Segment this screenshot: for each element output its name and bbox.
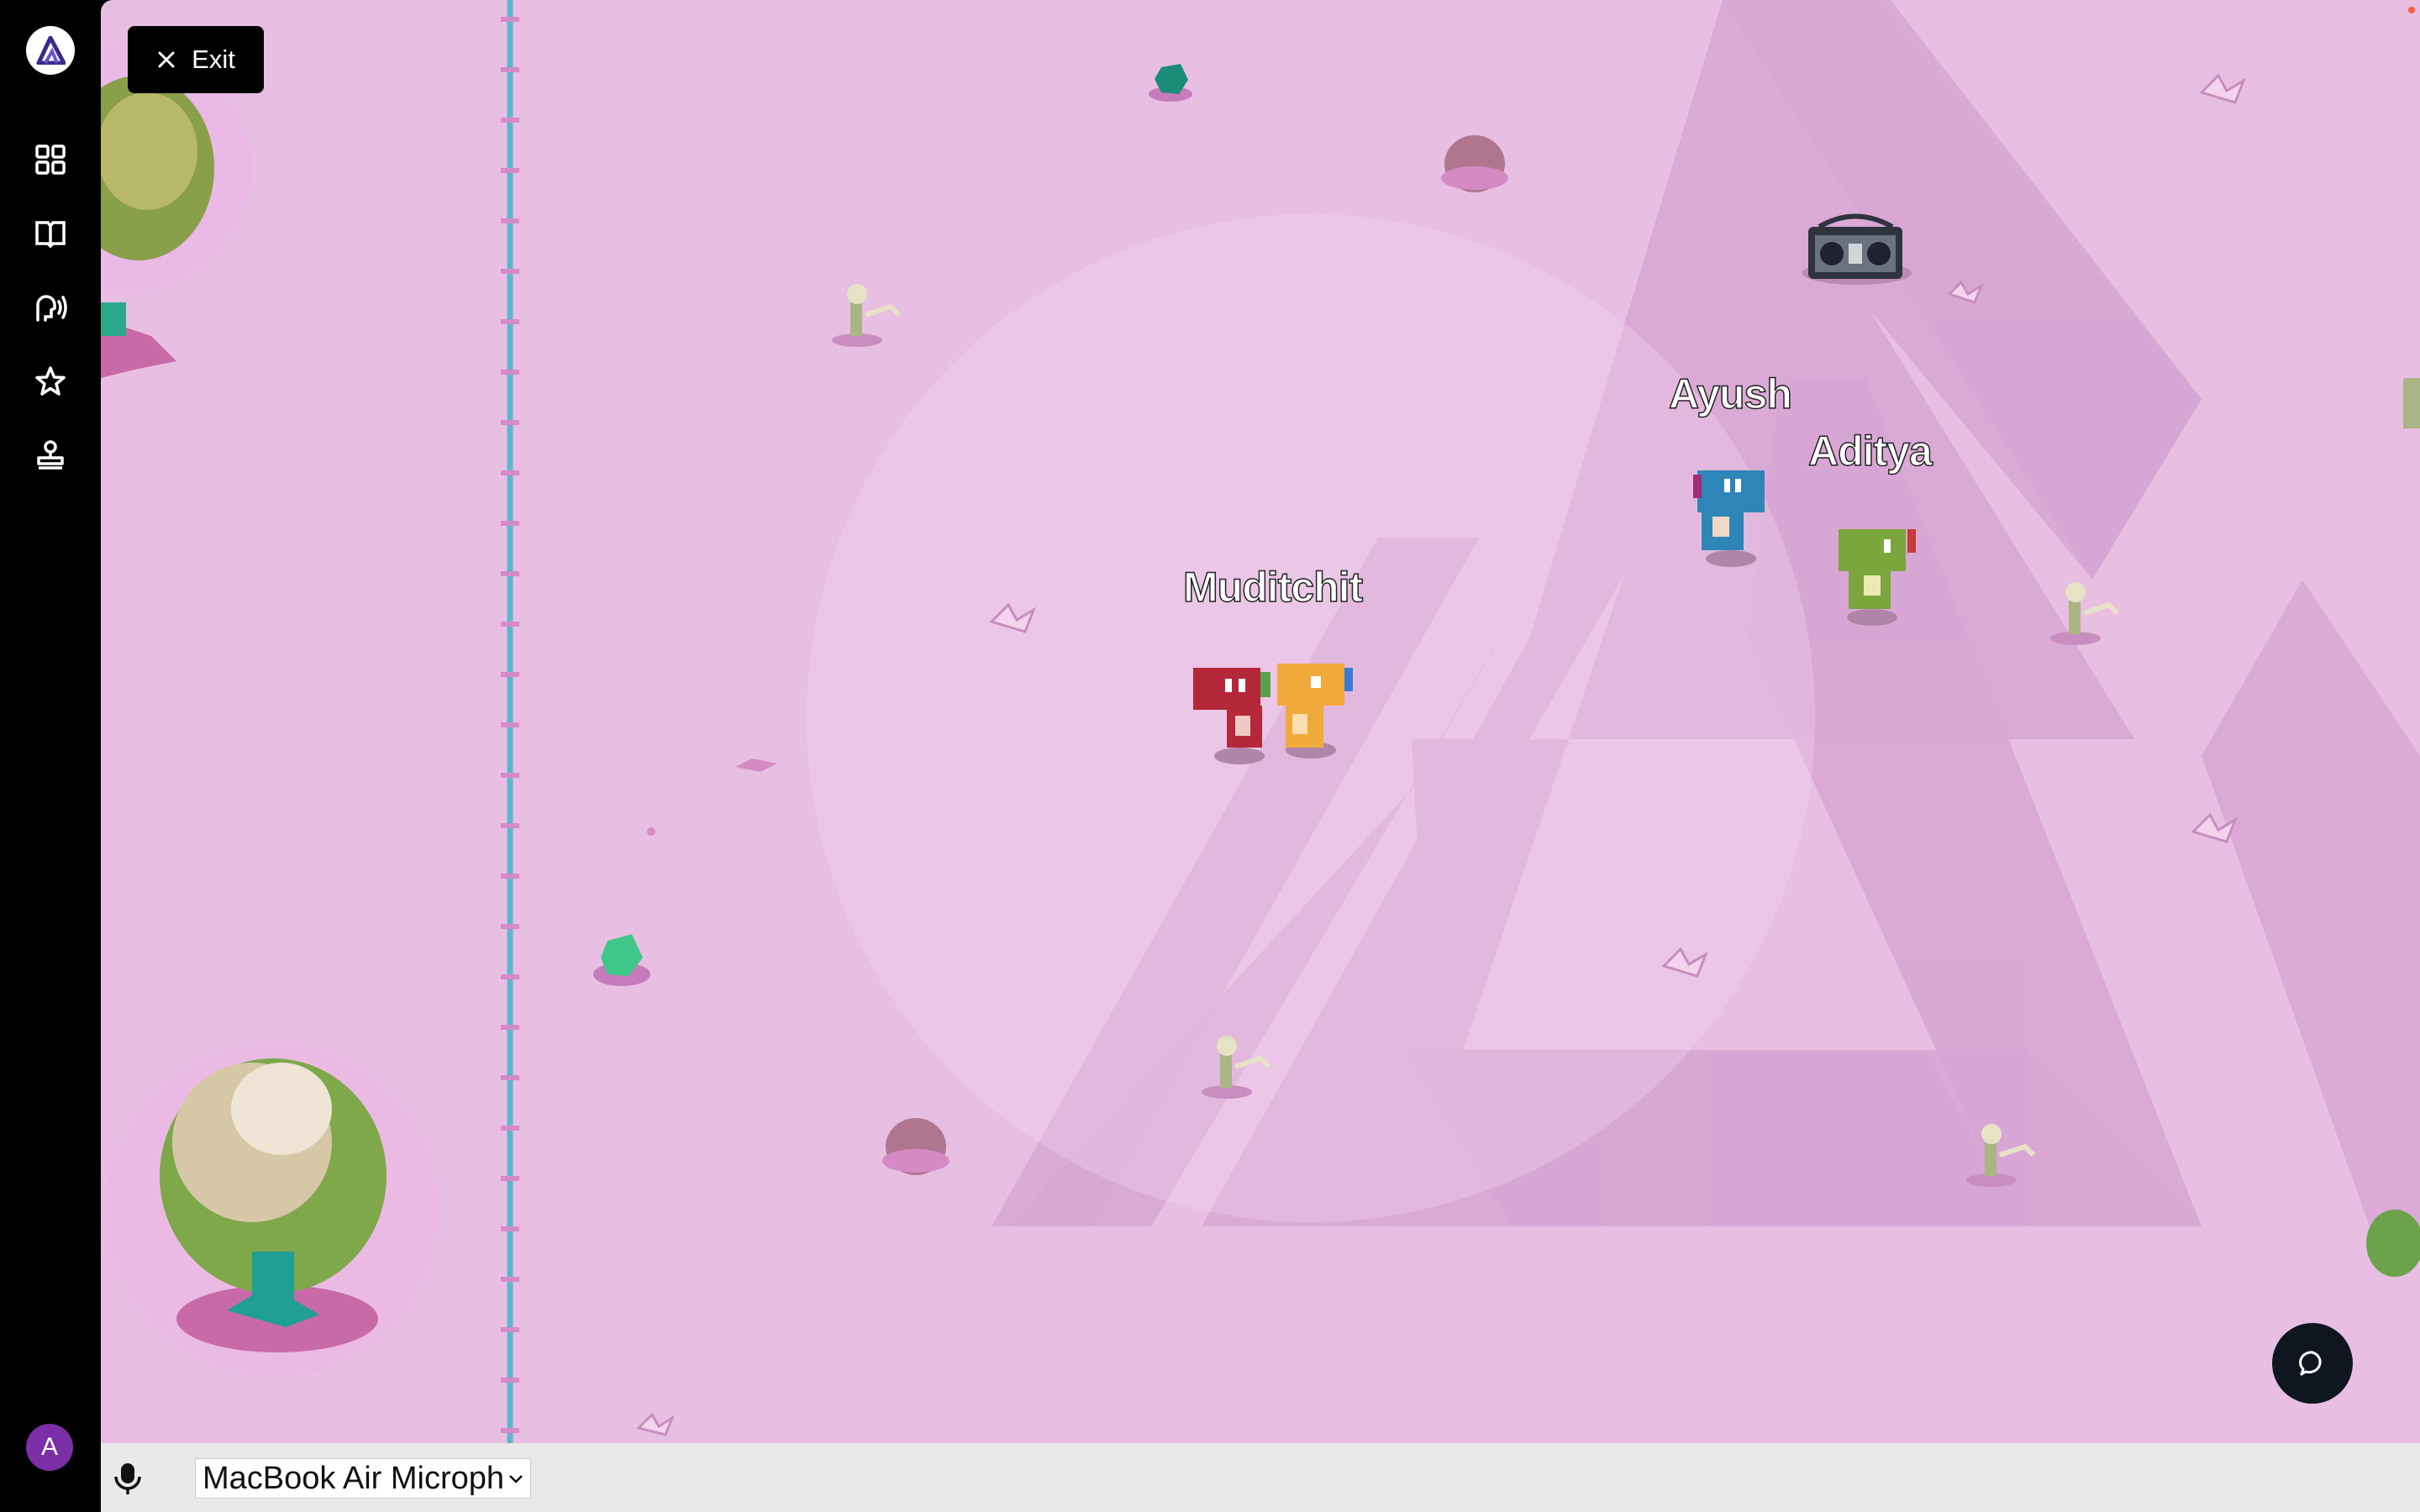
- sidebar-item-dashboard[interactable]: [20, 129, 81, 190]
- gem-top: [1149, 64, 1192, 102]
- stamp-icon: [37, 440, 64, 470]
- book-icon: [35, 221, 66, 249]
- sidebar-item-guide[interactable]: [20, 203, 81, 264]
- exit-label: Exit: [192, 45, 235, 74]
- star-icon: [35, 366, 66, 396]
- exit-button[interactable]: Exit: [128, 26, 264, 93]
- sidebar-item-stamp[interactable]: [20, 425, 81, 486]
- app-logo-icon[interactable]: [26, 26, 75, 75]
- map-scene: [101, 0, 2420, 1443]
- game-map[interactable]: Exit Muditchit Ayush Aditya: [101, 0, 2420, 1443]
- microphone-select[interactable]: MacBook Air Microph: [195, 1458, 531, 1499]
- close-icon: [158, 51, 175, 68]
- sidebar-item-favorites[interactable]: [20, 351, 81, 412]
- avatar-initial: A: [40, 1433, 58, 1461]
- microphone-icon[interactable]: [111, 1460, 145, 1497]
- microphone-select-value: MacBook Air Microph: [203, 1460, 505, 1496]
- sidebar: A: [0, 0, 101, 1512]
- player-name-ayush: Ayush: [1668, 370, 1792, 418]
- chevron-down-icon: [509, 1475, 523, 1483]
- recording-indicator: [2408, 7, 2415, 13]
- speaking-head-icon: [36, 295, 67, 322]
- chat-button[interactable]: [2272, 1323, 2353, 1404]
- player-name-muditchit: Muditchit: [1182, 563, 1364, 612]
- player-name-aditya: Aditya: [1807, 427, 1933, 475]
- tree-bottom-left: [105, 1042, 441, 1378]
- user-avatar[interactable]: A: [26, 1424, 73, 1471]
- grid-icon: [35, 144, 66, 175]
- chat-bubble-icon: [2299, 1351, 2322, 1376]
- sidebar-item-audio[interactable]: [20, 277, 81, 338]
- bottom-bar: MacBook Air Microph: [101, 1443, 2420, 1512]
- gem-left: [593, 934, 650, 986]
